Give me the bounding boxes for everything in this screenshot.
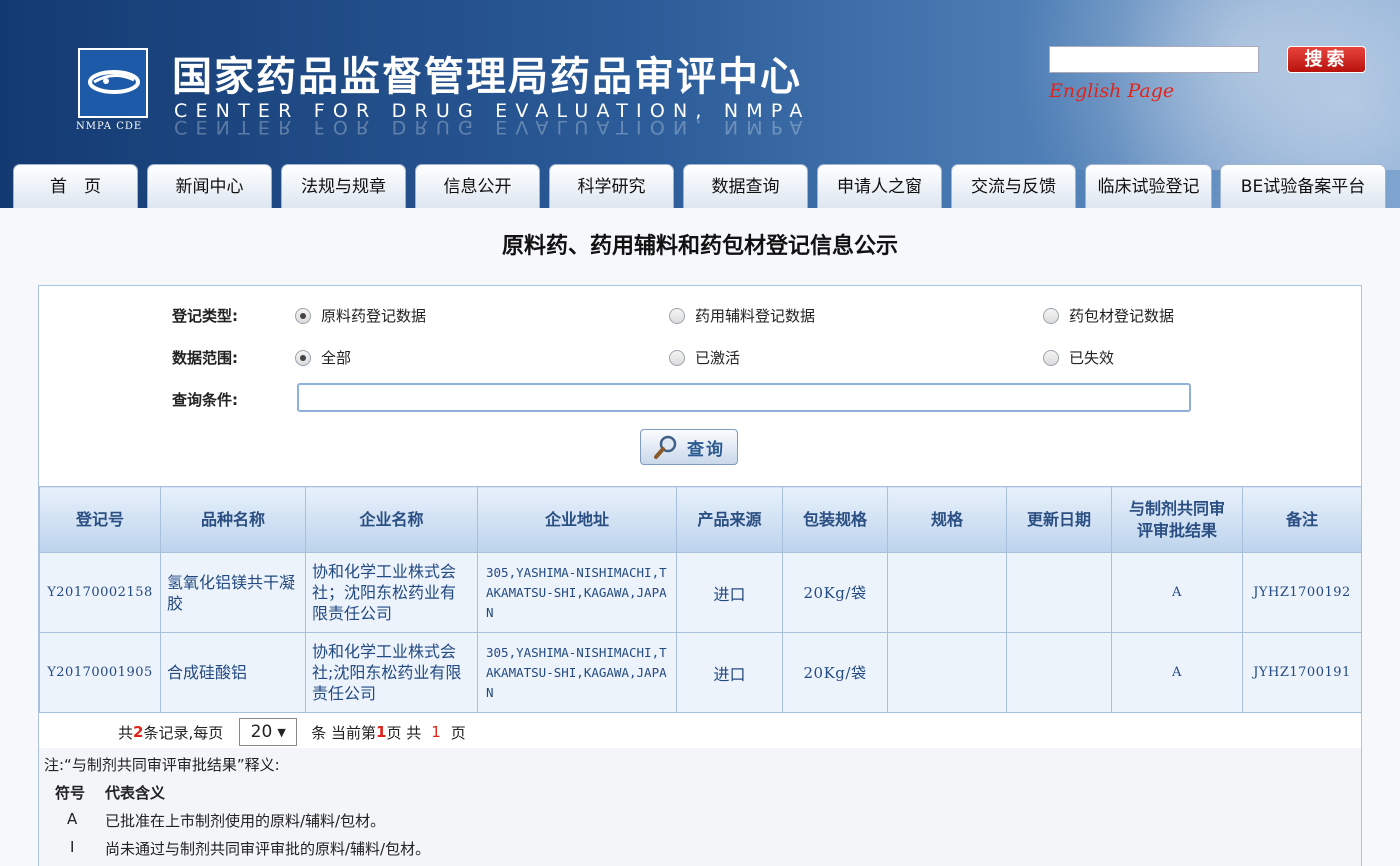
radio-unselected-icon [669,349,685,366]
table-row[interactable]: Y20170002158 氢氧化铝镁共干凝胶 协和化学工业株式会社；沈阳东松药业… [39,552,1362,633]
column-header[interactable]: 包装规格 [782,486,888,553]
pager-records-per: 条记录,每页 [143,723,224,742]
radio-label: 原料药登记数据 [321,307,427,325]
nav-tab-disclosure[interactable]: 信息公开 [415,164,540,208]
site-title-en-reflection: CENTER FOR DRUG EVALUATION, NMPA [174,116,811,138]
cell-company-name: 协和化学工业株式会社;沈阳东松药业有限责任公司 [305,632,478,713]
table-header-row: 登记号 品种名称 企业名称 企业地址 产品来源 包装规格 规格 更新日期 与制剂… [39,486,1362,553]
radio-unselected-icon [1043,307,1059,324]
scope-label: 数据范围: [172,349,238,367]
cell-spec [887,552,1007,633]
type-label: 登记类型: [172,307,238,325]
nav-tab-home[interactable]: 首 页 [13,164,138,208]
cell-reg-no[interactable]: Y20170002158 [39,552,161,633]
pager-prefix: 共 [118,723,134,742]
cell-review-result: A [1111,632,1243,713]
column-header[interactable]: 企业名称 [305,486,478,553]
cell-review-result: A [1111,552,1243,633]
cell-company-address: 305,YASHIMA-NISHIMACHI,TAKAMATSU-SHI,KAG… [477,632,677,713]
total-pages: 1 [431,723,441,741]
dropdown-arrow-icon: ▼ [277,725,286,739]
current-page: 1 [376,723,387,741]
radio-selected-icon [295,349,311,366]
radio-label: 全部 [321,349,352,367]
page-size-select[interactable]: 20 ▼ [239,718,298,746]
column-header[interactable]: 备注 [1242,486,1362,553]
radio-unselected-icon [1043,349,1059,366]
legend-symbol: I [70,838,75,856]
nav-tab-feedback[interactable]: 交流与反馈 [951,164,1076,208]
radio-type-excipient[interactable]: 药用辅料登记数据 [669,305,815,326]
column-header[interactable]: 企业地址 [477,486,677,553]
nav-tab-regulations[interactable]: 法规与规章 [281,164,406,208]
site-title-cn: 国家药品监督管理局药品审评中心 [172,53,802,100]
pager-suffix: 页 [450,723,466,742]
cell-remark: JYHZ1700191 [1242,632,1362,713]
radio-unselected-icon [669,307,685,324]
magnifier-icon [654,435,677,459]
nav-tab-be-platform[interactable]: BE试验备案平台 [1220,164,1386,208]
query-button-label: 查询 [687,439,725,460]
cell-company-name: 协和化学工业株式会社；沈阳东松药业有限责任公司 [305,552,478,633]
column-header[interactable]: 品种名称 [160,486,306,553]
site-search-input[interactable] [1049,46,1259,73]
cell-company-address: 305,YASHIMA-NISHIMACHI,TAKAMATSU-SHI,KAG… [477,552,677,633]
results-table: 登记号 品种名称 企业名称 企业地址 产品来源 包装规格 规格 更新日期 与制剂… [39,486,1362,713]
radio-label: 药包材登记数据 [1069,307,1175,325]
cell-spec [887,632,1007,713]
legend-symbol-header: 符号 [55,784,86,802]
cell-reg-no[interactable]: Y20170001905 [39,632,161,713]
cell-package: 20Kg/袋 [782,552,888,633]
radio-type-api[interactable]: 原料药登记数据 [295,305,426,326]
main-nav: 首 页 新闻中心 法规与规章 信息公开 科学研究 数据查询 申请人之窗 交流与反… [0,164,1400,208]
notes-heading: 注:“与制剂共同审评审批结果”释义: [44,756,280,774]
english-page-link[interactable]: English Page [1049,80,1174,102]
logo-caption: NMPA CDE [76,121,143,132]
query-input[interactable] [297,383,1191,412]
nav-tab-research[interactable]: 科学研究 [549,164,674,208]
nav-tab-clinical-trial[interactable]: 临床试验登记 [1085,164,1212,208]
radio-label: 已激活 [695,349,741,367]
query-button[interactable]: 查询 [640,429,738,465]
cell-source: 进口 [676,632,783,713]
nav-tab-data-query[interactable]: 数据查询 [683,164,808,208]
column-header[interactable]: 登记号 [39,486,161,553]
nav-tab-news[interactable]: 新闻中心 [147,164,272,208]
site-search-button[interactable]: 搜索 [1287,46,1366,73]
table-row[interactable]: Y20170001905 合成硅酸铝 协和化学工业株式会社;沈阳东松药业有限责任… [39,632,1362,713]
legend-meaning-header: 代表含义 [105,784,166,802]
cell-variety-name: 合成硅酸铝 [160,632,306,713]
pagination: 共 2 条记录,每页 20 ▼ 条 当前第 1 页 共 1 页 [118,718,466,746]
radio-label: 药用辅料登记数据 [695,307,816,325]
radio-selected-icon [295,307,311,324]
cell-remark: JYHZ1700192 [1242,552,1362,633]
cell-update-date [1006,552,1112,633]
column-header[interactable]: 规格 [887,486,1007,553]
page-size-value: 20 [250,722,273,742]
cell-update-date [1006,632,1112,713]
radio-scope-all[interactable]: 全部 [295,347,351,368]
column-header[interactable]: 更新日期 [1006,486,1112,553]
logo-icon[interactable] [78,48,148,118]
nav-tab-applicant[interactable]: 申请人之窗 [817,164,942,208]
column-header[interactable]: 与制剂共同审评审批结果 [1111,486,1243,553]
legend-meaning: 尚未通过与制剂共同审评审批的原料/辅料/包材。 [105,840,431,858]
cell-package: 20Kg/袋 [782,632,888,713]
radio-scope-expired[interactable]: 已失效 [1043,347,1114,368]
cell-variety-name: 氢氧化铝镁共干凝胶 [160,552,306,633]
radio-type-packaging[interactable]: 药包材登记数据 [1043,305,1174,326]
radio-scope-active[interactable]: 已激活 [669,347,740,368]
page-title: 原料药、药用辅料和药包材登记信息公示 [501,234,898,259]
radio-label: 已失效 [1069,349,1115,367]
legend-symbol: A [67,810,78,828]
column-header[interactable]: 产品来源 [676,486,783,553]
pager-current-prefix: 条 当前第 [311,723,377,742]
legend-meaning: 已批准在上市制剂使用的原料/辅料/包材。 [105,812,386,830]
query-label: 查询条件: [172,391,238,409]
total-records: 2 [133,723,144,741]
cell-source: 进口 [676,552,783,633]
pager-total-pages-prefix: 页 共 [386,723,422,742]
